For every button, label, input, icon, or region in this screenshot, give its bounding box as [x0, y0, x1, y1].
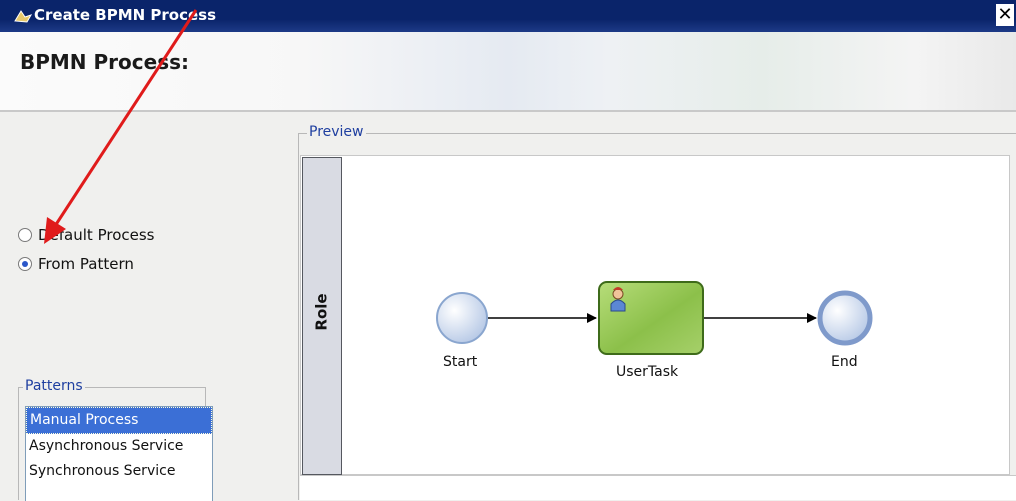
diagram-overlay	[44, 9, 873, 355]
user-task-label: UserTask	[616, 364, 679, 380]
end-event[interactable]	[817, 290, 873, 346]
end-event-label: End	[831, 354, 858, 370]
annotation-arrow	[44, 9, 198, 244]
start-event[interactable]	[436, 292, 488, 344]
start-event-label: Start	[443, 354, 478, 370]
